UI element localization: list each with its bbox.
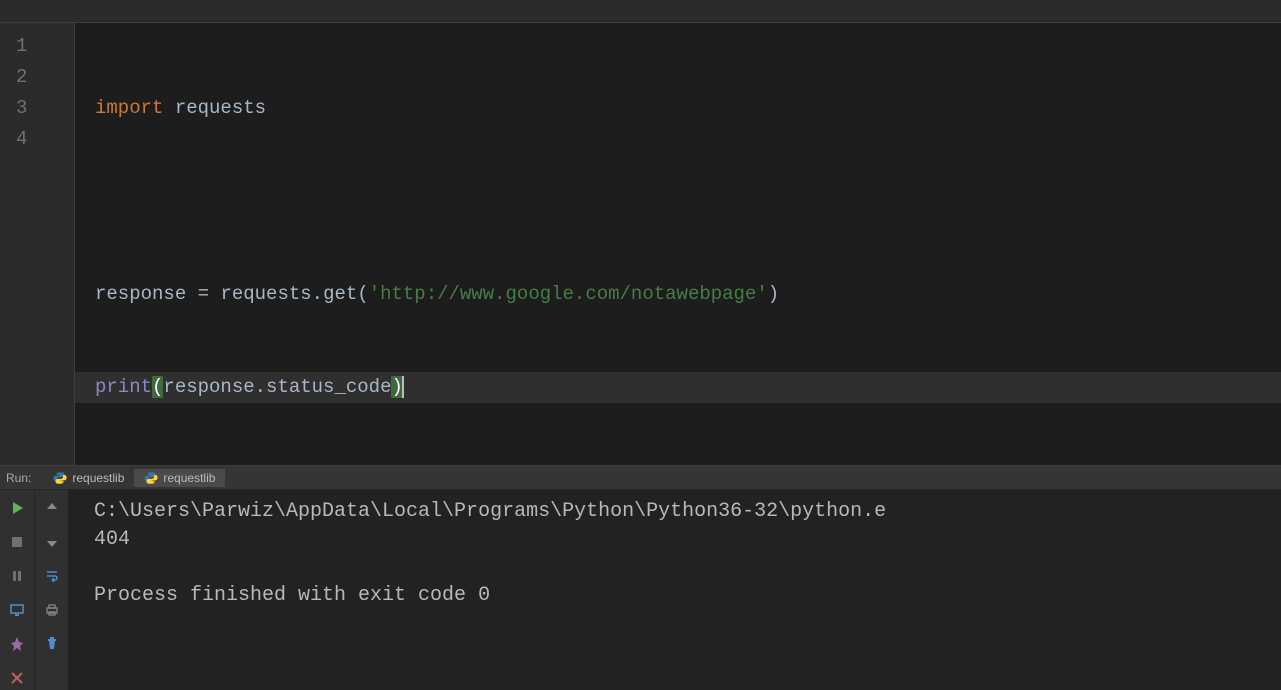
line-number: 1	[0, 31, 74, 62]
keyword-import: import	[95, 97, 163, 119]
up-arrow-icon[interactable]	[40, 496, 64, 520]
module-name: requests	[175, 97, 266, 119]
code-editor[interactable]: import requests response = requests.get(…	[75, 23, 1281, 465]
pin-button[interactable]	[5, 632, 29, 656]
run-toolbar-left	[0, 490, 34, 690]
line-number: 4	[0, 124, 74, 155]
run-panel: Run: requestlib requestlib	[0, 466, 1281, 690]
editor-body: 1 2 3 4 import requests response = reque…	[0, 23, 1281, 465]
expr: status_code	[266, 376, 391, 398]
line-number: 3	[0, 93, 74, 124]
wrap-icon[interactable]	[40, 564, 64, 588]
monitor-button[interactable]	[5, 598, 29, 622]
run-body: C:\Users\Parwiz\AppData\Local\Programs\P…	[0, 490, 1281, 690]
string-literal: 'http://www.google.com/notawebpage'	[369, 283, 768, 305]
method-get: get	[323, 283, 357, 305]
expr: response	[163, 376, 254, 398]
run-tab[interactable]: requestlib	[134, 469, 225, 487]
down-arrow-icon[interactable]	[40, 530, 64, 554]
run-tabbar: Run: requestlib requestlib	[0, 466, 1281, 490]
stop-button[interactable]	[5, 530, 29, 554]
editor-area: 1 2 3 4 import requests response = reque…	[0, 23, 1281, 466]
builtin-print: print	[95, 376, 152, 398]
caret	[402, 376, 404, 398]
run-label: Run:	[6, 471, 31, 485]
output-line: C:\Users\Parwiz\AppData\Local\Programs\P…	[94, 500, 886, 523]
python-icon	[144, 471, 158, 485]
editor-top-spacer	[0, 0, 1281, 23]
output-line: 404	[94, 528, 130, 551]
pause-button[interactable]	[5, 564, 29, 588]
run-tab[interactable]: requestlib	[43, 469, 134, 487]
trash-icon[interactable]	[40, 632, 64, 656]
run-tab-label: requestlib	[163, 471, 215, 485]
console-output[interactable]: C:\Users\Parwiz\AppData\Local\Programs\P…	[68, 490, 1281, 690]
variable: response	[95, 283, 186, 305]
line-number: 2	[0, 62, 74, 93]
run-button[interactable]	[5, 496, 29, 520]
gutter: 1 2 3 4	[0, 23, 75, 465]
module-ref: requests	[220, 283, 311, 305]
run-tab-label: requestlib	[72, 471, 124, 485]
run-toolbar-right	[34, 490, 68, 690]
python-icon	[53, 471, 67, 485]
ide-window: 1 2 3 4 import requests response = reque…	[0, 0, 1281, 690]
close-button[interactable]	[5, 666, 29, 690]
output-line: Process finished with exit code 0	[94, 584, 490, 607]
print-icon[interactable]	[40, 598, 64, 622]
